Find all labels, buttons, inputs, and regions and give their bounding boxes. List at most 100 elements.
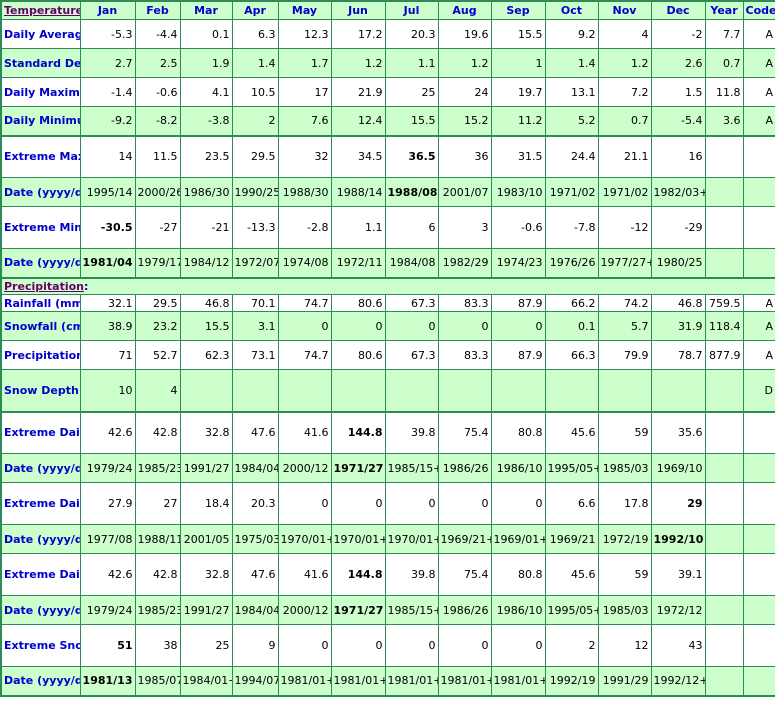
table-row-daily-maximum-c: Daily Maximum (°C)-1.4-0.64.110.51721.92… bbox=[0, 77, 775, 107]
cell-apr: 29.5 bbox=[231, 134, 279, 178]
precipitation-link[interactable]: Precipitation bbox=[4, 280, 84, 293]
cell-code bbox=[742, 524, 775, 554]
cell-may bbox=[277, 369, 332, 412]
cell-feb: 42.8 bbox=[134, 410, 181, 454]
table-row-daily-average-c: Daily Average (°C)-5.3-4.40.16.312.317.2… bbox=[0, 19, 775, 49]
cell-year bbox=[704, 482, 744, 525]
cell-jun: 144.8 bbox=[330, 410, 386, 454]
cell-mar: 18.4 bbox=[179, 482, 233, 525]
row-label: Date (yyyy/dd) bbox=[0, 453, 81, 483]
cell-sep: 1974/23 bbox=[490, 248, 546, 278]
cell-mar: 62.3 bbox=[179, 340, 233, 370]
cell-sep: 1 bbox=[490, 48, 546, 78]
cell-may: 17 bbox=[277, 77, 332, 107]
cell-jul: 0 bbox=[384, 482, 439, 525]
cell-code: A bbox=[742, 340, 775, 370]
cell-nov: 59 bbox=[597, 553, 652, 596]
cell-dec: 31.9 bbox=[650, 311, 706, 341]
row-label: Date (yyyy/dd) bbox=[0, 177, 81, 207]
cell-jun: 21.9 bbox=[330, 77, 386, 107]
column-header-dec: Dec bbox=[650, 0, 706, 20]
cell-jul: 1970/01+ bbox=[384, 524, 439, 554]
cell-code bbox=[742, 482, 775, 525]
cell-mar: 1984/12 bbox=[179, 248, 233, 278]
cell-may: 2000/12 bbox=[277, 453, 332, 483]
cell-dec: 1.5 bbox=[650, 77, 706, 107]
cell-dec: 16 bbox=[650, 134, 706, 178]
row-label: Daily Minimum (°C) bbox=[0, 106, 81, 136]
cell-nov: 7.2 bbox=[597, 77, 652, 107]
cell-year bbox=[704, 453, 744, 483]
table-row-standard-deviation: Standard Deviation2.72.51.91.41.71.21.11… bbox=[0, 48, 775, 78]
cell-jul: 25 bbox=[384, 77, 439, 107]
cell-jun: 1981/01+ bbox=[330, 666, 386, 696]
cell-code: A bbox=[742, 294, 775, 312]
cell-nov: 1.2 bbox=[597, 48, 652, 78]
cell-year bbox=[704, 206, 744, 249]
cell-may: 41.6 bbox=[277, 553, 332, 596]
cell-jan: -9.2 bbox=[79, 106, 136, 136]
cell-aug: 3 bbox=[437, 206, 492, 249]
cell-code bbox=[742, 595, 775, 625]
cell-may: 41.6 bbox=[277, 410, 332, 454]
cell-dec: 29 bbox=[650, 482, 706, 525]
cell-jun: 1.1 bbox=[330, 206, 386, 249]
cell-jun: 80.6 bbox=[330, 294, 386, 312]
cell-feb: 11.5 bbox=[134, 134, 181, 178]
cell-aug: 0 bbox=[437, 624, 492, 667]
table-row-extreme-minimum-c: Extreme Minimum (°C)-30.5-27-21-13.3-2.8… bbox=[0, 206, 775, 249]
cell-jan: 51 bbox=[79, 624, 136, 667]
cell-aug: 19.6 bbox=[437, 19, 492, 49]
cell-may: -2.8 bbox=[277, 206, 332, 249]
cell-year: 7.7 bbox=[704, 19, 744, 49]
cell-jul: 39.8 bbox=[384, 410, 439, 454]
cell-nov: -12 bbox=[597, 206, 652, 249]
cell-year bbox=[704, 595, 744, 625]
cell-code bbox=[742, 666, 775, 696]
table-row-extreme-snow-depth-cm: Extreme Snow Depth (cm)51382590000021243 bbox=[0, 624, 775, 667]
cell-jul: 1985/15+ bbox=[384, 595, 439, 625]
cell-nov: 0.7 bbox=[597, 106, 652, 136]
cell-may: 0 bbox=[277, 482, 332, 525]
temperature-link[interactable]: Temperature bbox=[4, 4, 79, 17]
cell-feb: 4 bbox=[134, 369, 181, 412]
cell-apr: 1984/04 bbox=[231, 453, 279, 483]
row-label: Extreme Daily Rainfall (mm) bbox=[0, 410, 81, 454]
cell-jan: 27.9 bbox=[79, 482, 136, 525]
cell-year bbox=[704, 524, 744, 554]
cell-may: 12.3 bbox=[277, 19, 332, 49]
cell-dec: 39.1 bbox=[650, 553, 706, 596]
cell-mar: 1991/27 bbox=[179, 595, 233, 625]
cell-oct: 1971/02 bbox=[544, 177, 599, 207]
cell-feb: -27 bbox=[134, 206, 181, 249]
cell-nov: 4 bbox=[597, 19, 652, 49]
column-header-nov: Nov bbox=[597, 0, 652, 20]
cell-mar: 15.5 bbox=[179, 311, 233, 341]
cell-jan: 42.6 bbox=[79, 553, 136, 596]
cell-oct: 1969/21 bbox=[544, 524, 599, 554]
row-label: Date (yyyy/dd) bbox=[0, 666, 81, 696]
cell-code: A bbox=[742, 19, 775, 49]
cell-nov: 5.7 bbox=[597, 311, 652, 341]
cell-oct: 1995/05+ bbox=[544, 595, 599, 625]
cell-jun: 0 bbox=[330, 311, 386, 341]
cell-jan: 1977/08 bbox=[79, 524, 136, 554]
cell-jul: 1984/08 bbox=[384, 248, 439, 278]
cell-jan: -30.5 bbox=[79, 206, 136, 249]
cell-feb: 42.8 bbox=[134, 553, 181, 596]
table-row-snow-depth-at-month-end-cm: Snow Depth at Month-end (cm)104 D bbox=[0, 369, 775, 412]
cell-mar bbox=[179, 369, 233, 412]
cell-code bbox=[742, 410, 775, 454]
column-header-apr: Apr bbox=[231, 0, 279, 20]
column-header-jul: Jul bbox=[384, 0, 439, 20]
cell-dec: 46.8 bbox=[650, 294, 706, 312]
cell-aug: 1969/21+ bbox=[437, 524, 492, 554]
cell-mar: 23.5 bbox=[179, 134, 233, 178]
cell-feb: 52.7 bbox=[134, 340, 181, 370]
cell-sep: 1983/10 bbox=[490, 177, 546, 207]
cell-apr: 1975/03 bbox=[231, 524, 279, 554]
cell-apr: 47.6 bbox=[231, 553, 279, 596]
cell-apr: 47.6 bbox=[231, 410, 279, 454]
cell-mar: 0.1 bbox=[179, 19, 233, 49]
cell-nov: 21.1 bbox=[597, 134, 652, 178]
